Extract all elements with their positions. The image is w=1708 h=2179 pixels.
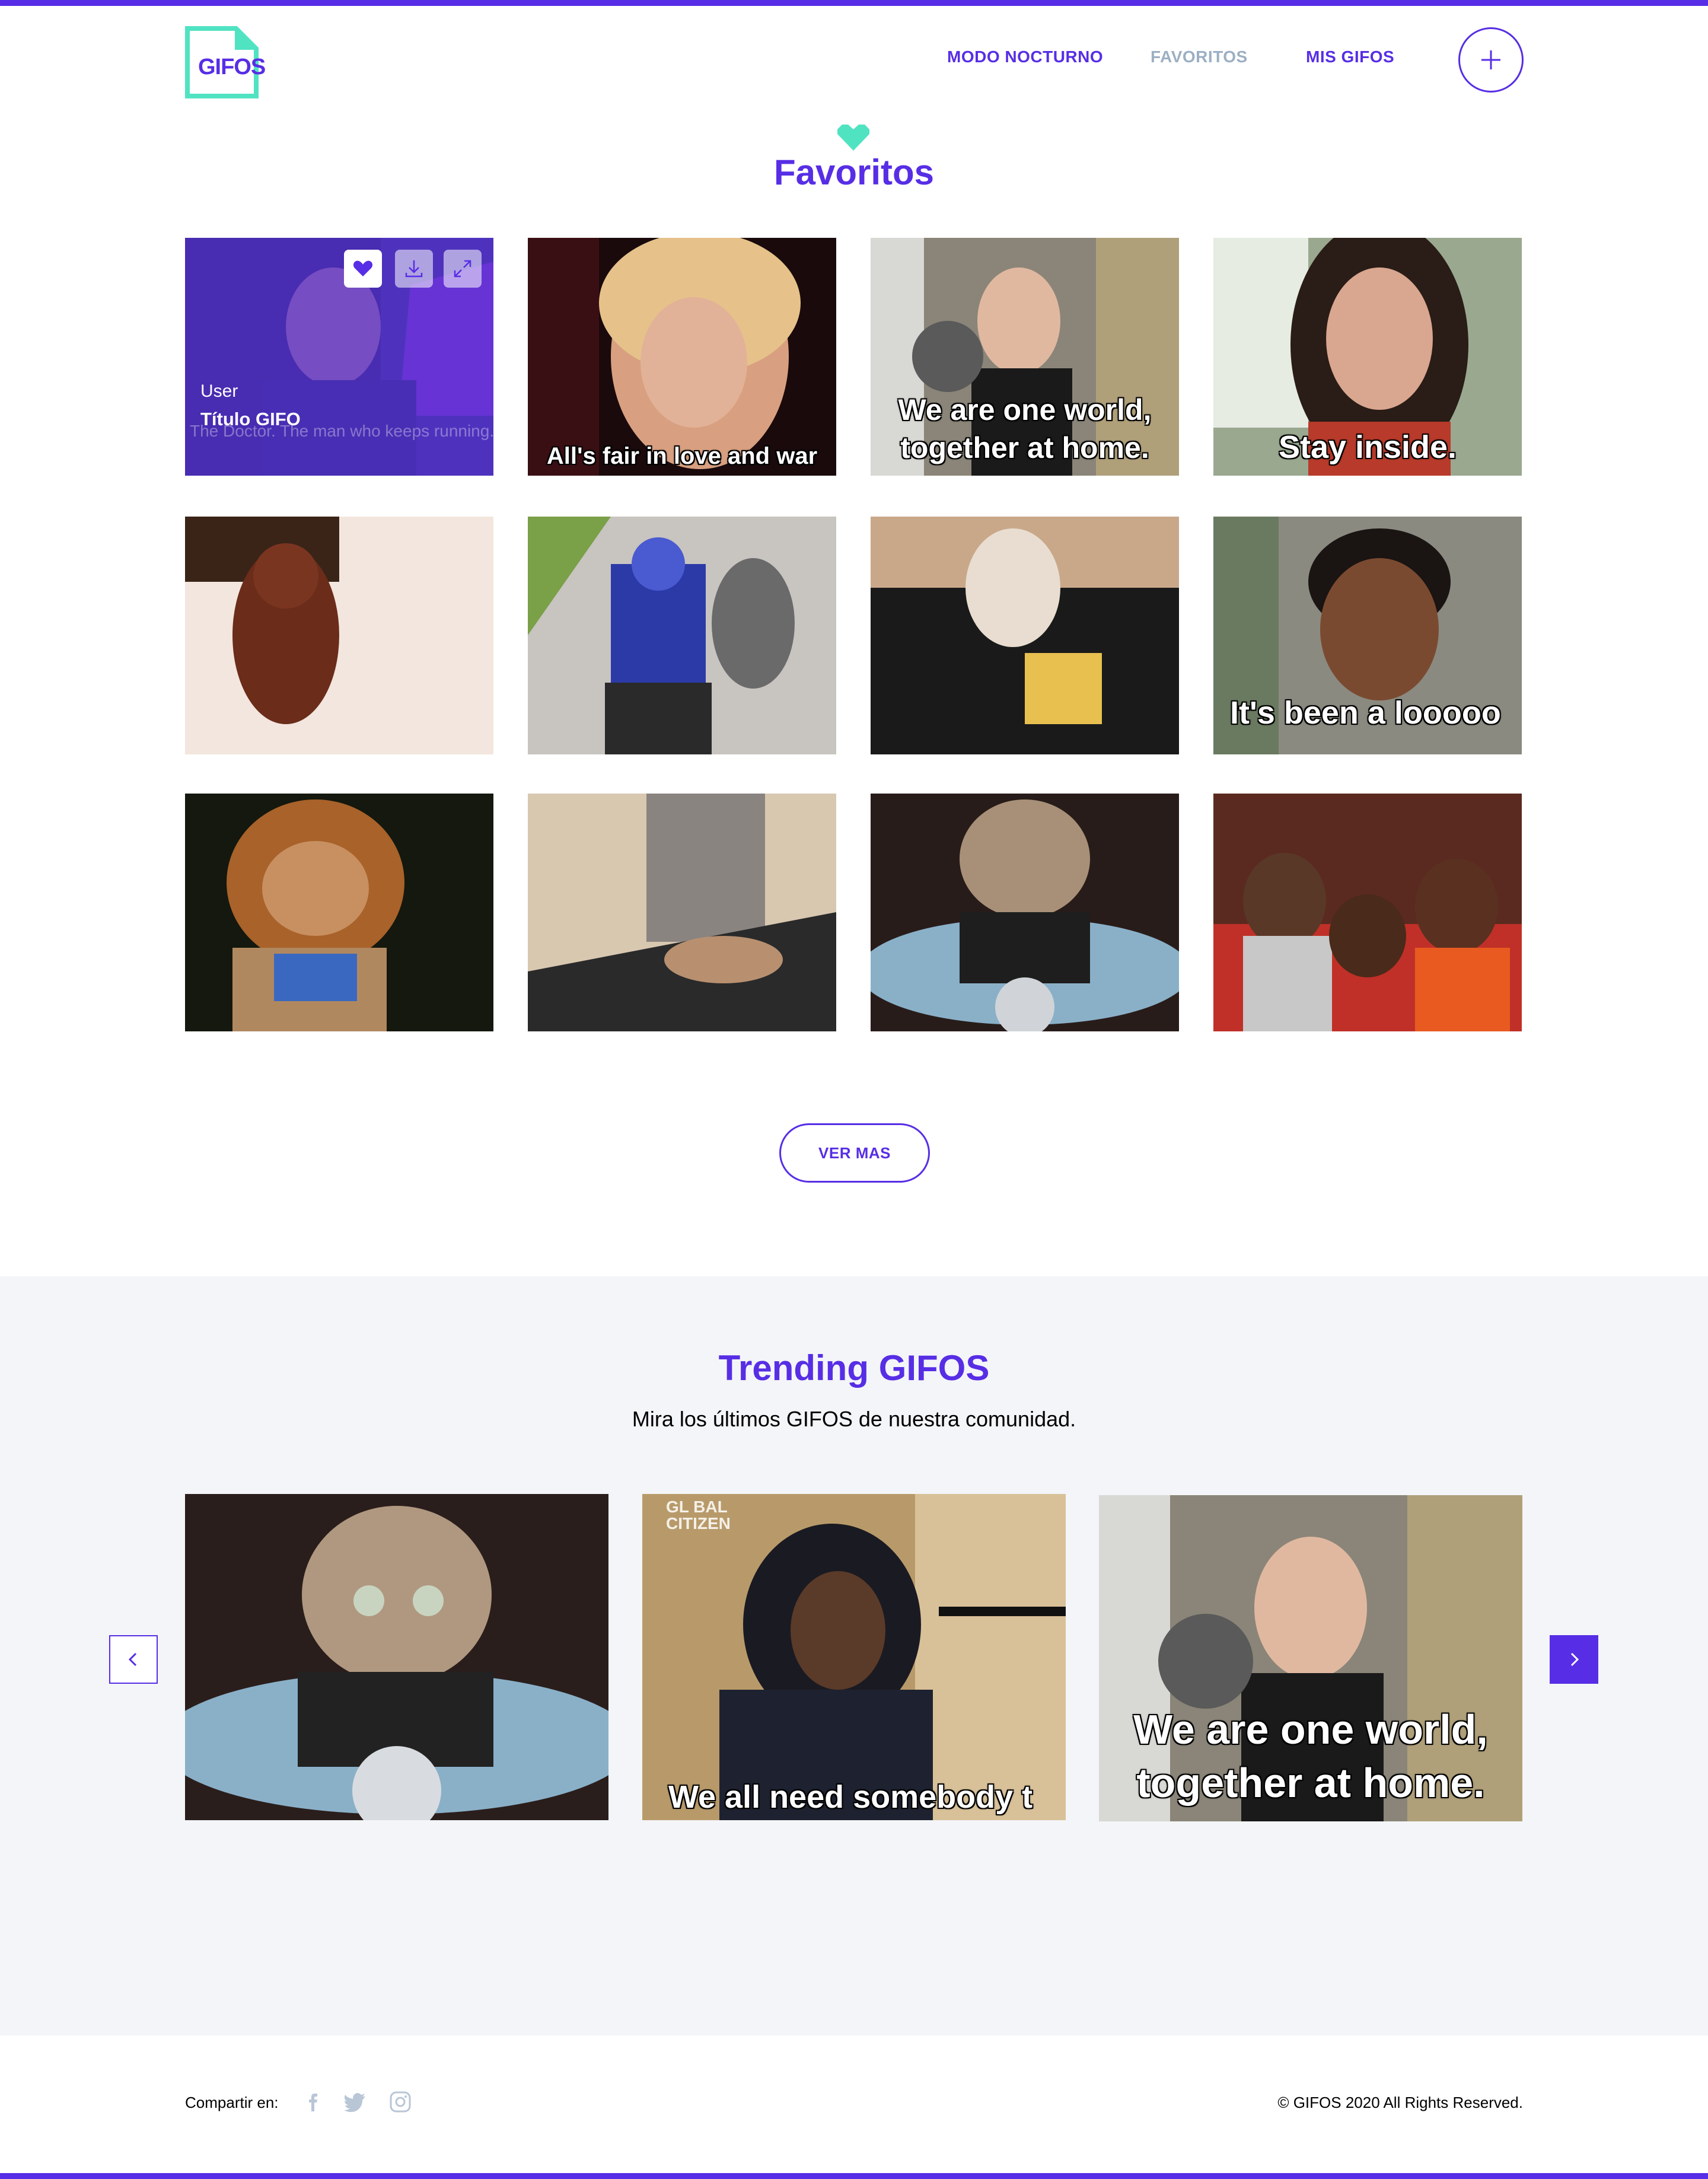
gif-caption: Stay inside. — [1278, 429, 1457, 465]
gif-caption: We all need somebody t — [668, 1779, 1033, 1815]
favorite-gif-6[interactable] — [528, 517, 836, 754]
gif-caption-line-2: together at home. — [1136, 1760, 1485, 1806]
gif-image — [185, 517, 493, 754]
gif-caption-line-1: We are one world, — [898, 393, 1152, 426]
gif-image — [528, 238, 836, 476]
gif-caption: All's fair in love and war — [546, 443, 818, 469]
gif-caption: It's been a looooo — [1230, 695, 1501, 731]
nav-night-mode[interactable]: MODO NOCTURNO — [947, 47, 1103, 66]
gif-caption: We are one world, together at home. — [1099, 1703, 1522, 1810]
twitter-icon[interactable] — [344, 2090, 368, 2114]
copyright: © GIFOS 2020 All Rights Reserved. — [1277, 2094, 1523, 2111]
gif-image — [1213, 794, 1522, 1031]
trending-gif-1[interactable] — [185, 1494, 608, 1820]
gif-caption-line-2: together at home. — [900, 431, 1149, 464]
favorite-gif-10[interactable] — [528, 794, 836, 1031]
heart-icon — [353, 260, 373, 276]
favorites-title: Favoritos — [773, 152, 935, 192]
facebook-icon[interactable] — [302, 2090, 326, 2114]
trending-gif-3[interactable]: We are one world, together at home. — [1099, 1495, 1522, 1821]
carousel-next-button[interactable] — [1550, 1635, 1598, 1684]
favorite-gif-4[interactable]: Stay inside. — [1213, 238, 1522, 476]
download-icon — [405, 260, 423, 278]
nav-favorites[interactable]: FAVORITOS — [1151, 47, 1248, 66]
gif-user: User — [200, 381, 238, 401]
favorite-gif-11[interactable] — [871, 794, 1179, 1031]
trending-subtitle: Mira los últimos GIFOS de nuestra comuni… — [632, 1407, 1076, 1431]
gif-image — [528, 517, 836, 754]
gif-image — [185, 1494, 608, 1820]
instagram-icon[interactable] — [388, 2090, 412, 2114]
favorite-gif-2[interactable]: All's fair in love and war — [528, 238, 836, 476]
create-gif-button[interactable] — [1458, 27, 1524, 93]
chevron-right-icon — [1570, 1652, 1579, 1667]
logo-text: GIFOS — [198, 55, 266, 79]
share-label: Compartir en: — [185, 2094, 279, 2111]
gif-image — [185, 794, 493, 1031]
heart-icon — [837, 125, 869, 151]
ver-mas-button[interactable]: VER MAS — [779, 1123, 930, 1183]
expand-button[interactable] — [444, 250, 482, 288]
favorite-gif-12[interactable] — [1213, 794, 1522, 1031]
carousel-prev-button[interactable] — [109, 1635, 158, 1684]
trending-title: Trending GIFOS — [718, 1348, 990, 1388]
chevron-left-icon — [128, 1652, 137, 1667]
gif-image — [642, 1494, 1066, 1820]
favorite-gif-1[interactable]: The Doctor. The man who keeps running. U… — [185, 238, 493, 476]
trending-gif-2[interactable]: GL BAL CITIZEN We all need somebody t — [642, 1494, 1066, 1820]
gif-image — [871, 794, 1179, 1031]
top-accent-bar — [0, 0, 1708, 6]
gif-title: Título GIFO — [200, 409, 301, 429]
gifos-logo[interactable]: GIFOS — [185, 26, 266, 98]
gif-caption-line-1: We are one world, — [1133, 1706, 1488, 1753]
favorite-gif-7[interactable] — [871, 517, 1179, 754]
gif-image — [871, 517, 1179, 754]
favorite-gif-9[interactable] — [185, 794, 493, 1031]
favorite-gif-5[interactable] — [185, 517, 493, 754]
nav-my-gifs[interactable]: MIS GIFOS — [1306, 47, 1394, 66]
gif-caption: We are one world, together at home. — [871, 391, 1179, 467]
favorite-gif-3[interactable]: We are one world, together at home. — [871, 238, 1179, 476]
expand-icon — [454, 260, 471, 278]
favorite-gif-8[interactable]: It's been a looooo — [1213, 517, 1522, 754]
plus-icon — [1481, 50, 1500, 69]
download-button[interactable] — [395, 250, 433, 288]
bottom-accent-bar — [0, 2173, 1708, 2179]
global-citizen-watermark: GL BAL CITIZEN — [666, 1498, 731, 1533]
gif-image — [528, 794, 836, 1031]
favorite-toggle-button[interactable] — [344, 250, 382, 288]
